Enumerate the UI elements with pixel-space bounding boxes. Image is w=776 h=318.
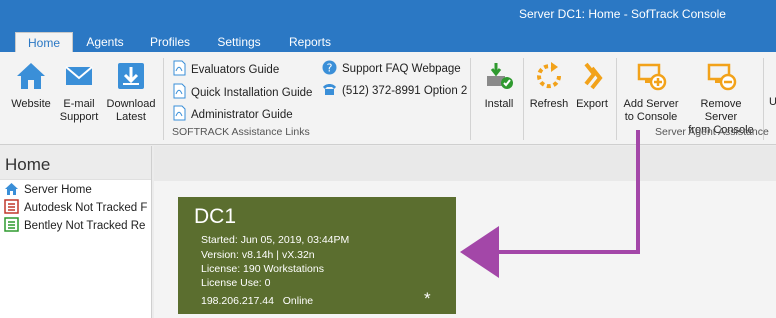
annotation-arrow: [460, 130, 640, 278]
